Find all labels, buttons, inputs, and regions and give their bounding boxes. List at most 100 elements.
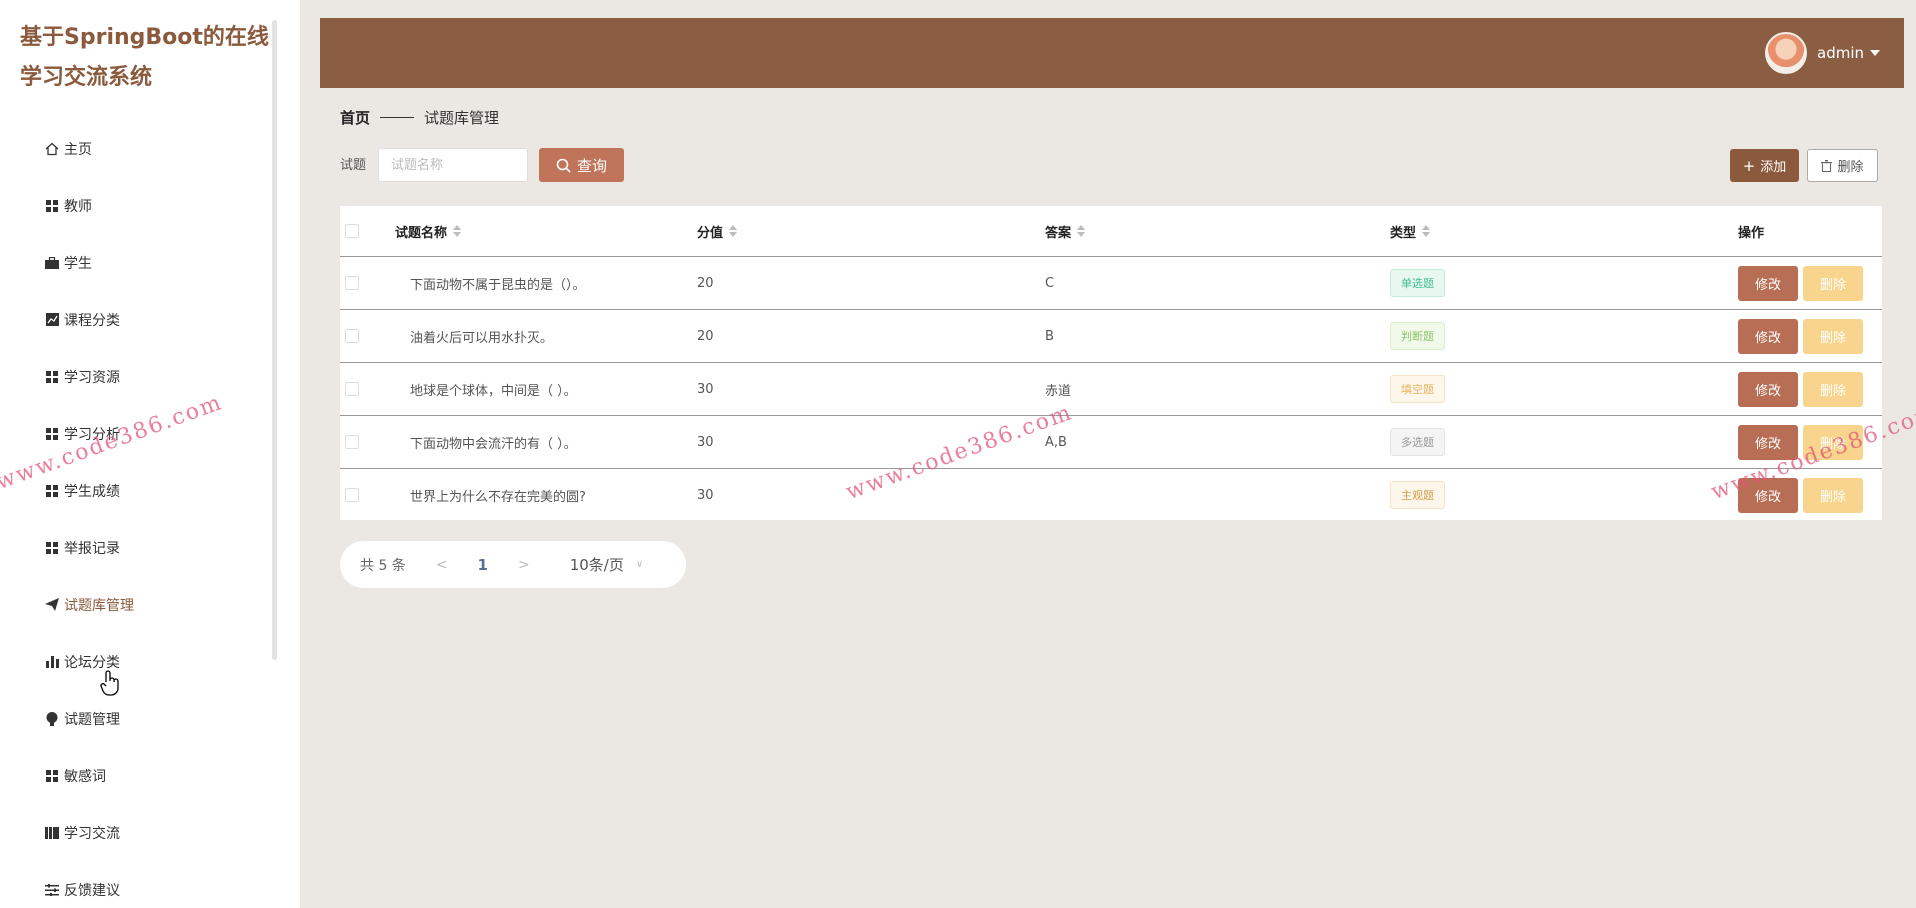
sidebar-item-learning-exchange[interactable]: 学习交流 — [0, 804, 270, 861]
add-button[interactable]: + 添加 — [1730, 149, 1799, 182]
sidebar-item-label: 试题库管理 — [64, 597, 134, 614]
sidebar-item-forum-category[interactable]: 论坛分类 — [0, 633, 270, 690]
table-row: 油着火后可以用水扑灭。 20 B 判断题 修改 删除 — [340, 309, 1882, 362]
batch-delete-button[interactable]: 删除 — [1807, 149, 1878, 182]
type-tag: 主观题 — [1390, 481, 1445, 509]
pagination-total: 共 5 条 — [360, 557, 406, 574]
cell-score: 20 — [697, 328, 714, 344]
sort-icon[interactable] — [1077, 225, 1086, 237]
sidebar-item-label: 反馈建议 — [64, 882, 120, 899]
cell-type: 判断题 — [1390, 322, 1445, 350]
table-row: 下面动物不属于昆虫的是（）。 20 C 单选题 修改 删除 — [340, 256, 1882, 309]
grid-icon — [44, 198, 60, 214]
delete-button[interactable]: 删除 — [1803, 477, 1863, 513]
caret-down-icon[interactable] — [1870, 50, 1880, 56]
plus-icon: + — [1742, 156, 1756, 175]
column-header-label: 类型 — [1390, 225, 1417, 241]
bar-chart-icon — [44, 654, 60, 670]
breadcrumb-separator — [380, 116, 415, 118]
sidebar-item-label: 学习交流 — [64, 825, 120, 842]
pagination-page-1[interactable]: 1 — [478, 556, 488, 574]
cell-name: 油着火后可以用水扑灭。 — [410, 330, 554, 346]
home-icon — [44, 141, 60, 157]
table-row: 地球是个球体，中间是（ ）。 30 赤道 填空题 修改 删除 — [340, 362, 1882, 415]
column-header-type[interactable]: 类型 — [1390, 222, 1431, 241]
column-header-label: 操作 — [1738, 225, 1765, 241]
sidebar-item-home[interactable]: 主页 — [0, 120, 270, 177]
delete-button[interactable]: 删除 — [1803, 318, 1863, 354]
sidebar-item-sensitive-word[interactable]: 敏感词 — [0, 747, 270, 804]
column-header-label: 分值 — [697, 225, 724, 241]
batch-delete-label: 删除 — [1837, 160, 1864, 175]
sidebar-item-teacher[interactable]: 教师 — [0, 177, 270, 234]
cell-type: 多选题 — [1390, 428, 1445, 456]
breadcrumb: 首页 试题库管理 — [340, 106, 499, 128]
sidebar-item-label: 课程分类 — [64, 312, 120, 329]
sidebar-item-label: 学习资源 — [64, 369, 120, 386]
page-size-select[interactable]: 10条/页 ∨ — [570, 554, 643, 575]
pagination-prev-button[interactable]: < — [436, 557, 448, 573]
avatar[interactable] — [1765, 32, 1807, 74]
row-checkbox[interactable] — [345, 488, 359, 502]
briefcase-icon — [44, 255, 60, 271]
sidebar-item-report-record[interactable]: 举报记录 — [0, 519, 270, 576]
column-header-score[interactable]: 分值 — [697, 222, 738, 241]
cell-score: 20 — [697, 275, 714, 291]
sidebar-item-student[interactable]: 学生 — [0, 234, 270, 291]
row-checkbox[interactable] — [345, 329, 359, 343]
row-checkbox[interactable] — [345, 435, 359, 449]
cell-answer: C — [1045, 275, 1055, 291]
edit-button[interactable]: 修改 — [1738, 318, 1798, 354]
grid-icon — [44, 540, 60, 556]
search-label: 试题 — [340, 158, 367, 173]
column-header-action: 操作 — [1738, 222, 1764, 241]
pagination-next-button[interactable]: > — [518, 557, 530, 573]
grid-icon — [44, 768, 60, 784]
cell-answer: B — [1045, 328, 1054, 344]
page-size-value: 10条/页 — [569, 556, 624, 574]
type-tag: 判断题 — [1390, 322, 1445, 350]
cell-name: 世界上为什么不存在完美的圆? — [410, 489, 586, 505]
table-row: 世界上为什么不存在完美的圆? 30 主观题 修改 删除 — [340, 468, 1882, 521]
app-title: 基于SpringBoot的在线学习交流系统 — [20, 25, 269, 90]
sidebar-item-label: 敏感词 — [64, 768, 106, 785]
sidebar-item-question-manage[interactable]: 试题管理 — [0, 690, 270, 747]
user-menu[interactable]: admin — [1765, 32, 1880, 74]
sidebar-item-label: 学生 — [64, 255, 92, 272]
username: admin — [1817, 44, 1864, 62]
question-bank-table: 试题名称 分值 答案 类型 操作 下面动物不属于昆虫的是（）。 20 C 单选题… — [340, 206, 1882, 520]
sort-icon[interactable] — [453, 225, 462, 237]
cell-actions: 修改 删除 — [1738, 318, 1863, 354]
query-button[interactable]: 查询 — [539, 148, 624, 182]
sidebar-item-course-category[interactable]: 课程分类 — [0, 291, 270, 348]
cell-actions: 修改 删除 — [1738, 371, 1863, 407]
sidebar-scrollbar[interactable] — [272, 20, 277, 660]
edit-button[interactable]: 修改 — [1738, 371, 1798, 407]
sort-icon[interactable] — [729, 225, 738, 237]
row-checkbox[interactable] — [345, 276, 359, 290]
pagination: 共 5 条 < 1 > 10条/页 ∨ — [340, 541, 686, 588]
cell-name: 下面动物中会流汗的有（ ）。 — [410, 436, 577, 452]
grid-icon — [44, 483, 60, 499]
sidebar-item-label: 论坛分类 — [64, 654, 120, 671]
search-input[interactable] — [378, 148, 528, 182]
edit-button[interactable]: 修改 — [1738, 265, 1798, 301]
column-header-answer[interactable]: 答案 — [1045, 222, 1086, 241]
row-checkbox[interactable] — [345, 382, 359, 396]
select-all-checkbox[interactable] — [345, 224, 359, 238]
chevron-down-icon: ∨ — [635, 559, 644, 570]
type-tag: 单选题 — [1390, 269, 1445, 297]
breadcrumb-home[interactable]: 首页 — [340, 107, 370, 128]
column-header-name[interactable]: 试题名称 — [395, 222, 462, 241]
sidebar-item-learning-resource[interactable]: 学习资源 — [0, 348, 270, 405]
sidebar-item-question-bank[interactable]: 试题库管理 — [0, 576, 270, 633]
table-header: 试题名称 分值 答案 类型 操作 — [340, 206, 1882, 256]
search-icon — [556, 158, 571, 173]
delete-button[interactable]: 删除 — [1803, 265, 1863, 301]
cell-type: 填空题 — [1390, 375, 1445, 403]
hand-cursor-icon — [100, 670, 120, 696]
table-row: 下面动物中会流汗的有（ ）。 30 A,B 多选题 修改 删除 — [340, 415, 1882, 468]
sidebar-item-feedback[interactable]: 反馈建议 — [0, 861, 270, 908]
sort-icon[interactable] — [1422, 225, 1431, 237]
delete-button[interactable]: 删除 — [1803, 371, 1863, 407]
